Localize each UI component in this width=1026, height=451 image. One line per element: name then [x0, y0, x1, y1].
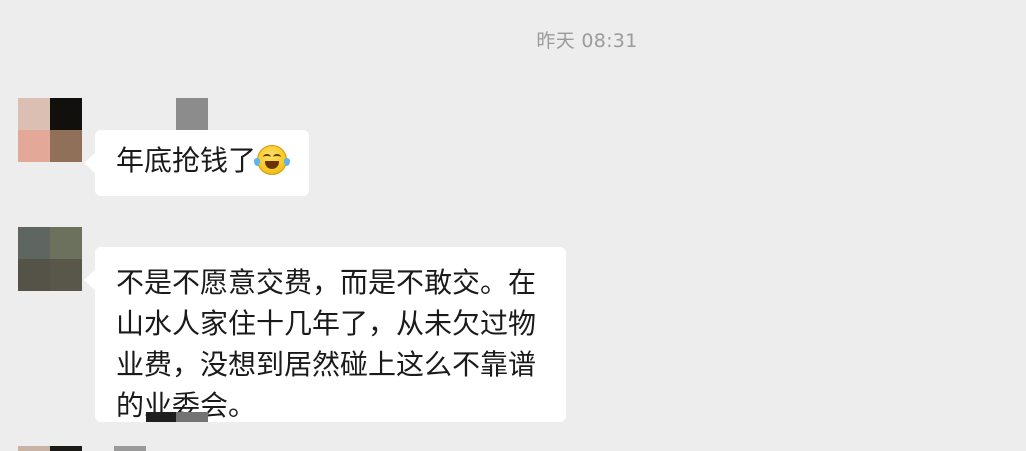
sender-avatar[interactable]	[18, 98, 82, 162]
pixelated-avatar-partial	[18, 446, 82, 451]
message-bubble[interactable]: 年底抢钱了	[84, 130, 309, 196]
message-bubble[interactable]: 不是不愿意交费，而是不敢交。在 山水人家住十几年了，从未欠过物 业费，没想到居然…	[84, 247, 566, 422]
sender-avatar[interactable]	[18, 227, 82, 291]
message-text: 年底抢钱了	[116, 144, 257, 177]
laugh-tears-emoji-icon	[254, 145, 291, 175]
pixelated-nickname	[146, 412, 208, 422]
message-text: 不是不愿意交费，而是不敢交。在 山水人家住十几年了，从未欠过物 业费，没想到居然…	[116, 266, 537, 422]
pixelated-nickname	[114, 446, 146, 451]
message-timestamp: 昨天 08:31	[536, 30, 638, 52]
pixelated-nickname	[176, 98, 208, 130]
